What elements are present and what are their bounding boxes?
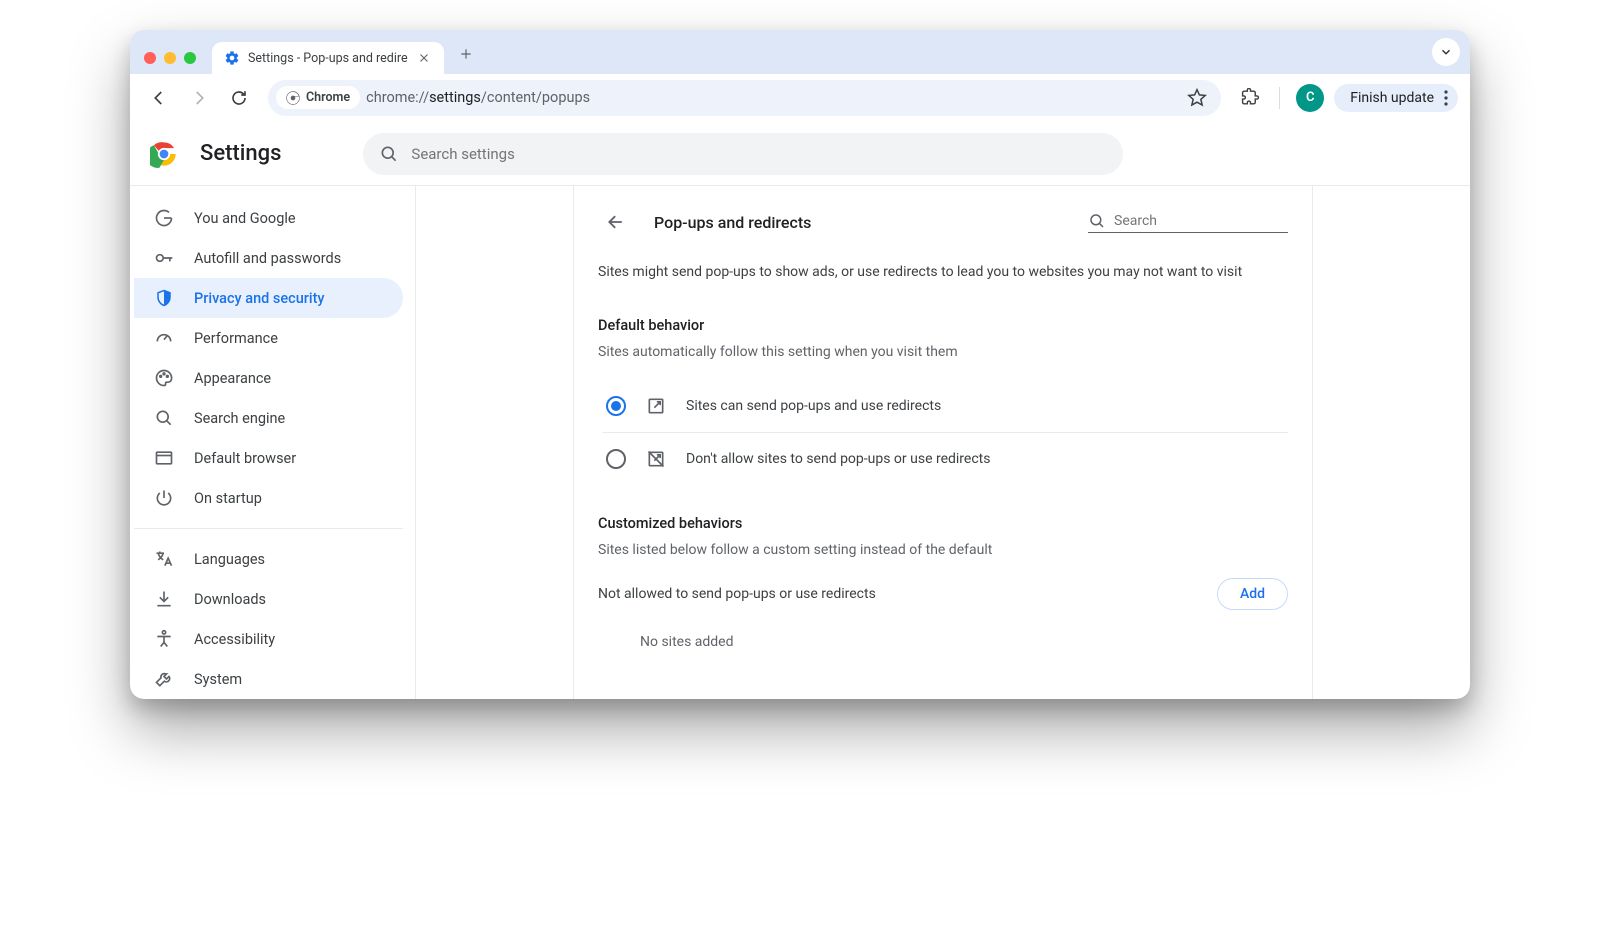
no-sites-text: No sites added	[598, 618, 1288, 650]
sidebar-item-label: Downloads	[194, 591, 266, 608]
toolbar-divider	[1279, 87, 1280, 109]
bookmark-star-icon[interactable]	[1183, 84, 1211, 112]
not-allowed-section: Not allowed to send pop-ups or use redir…	[598, 578, 1288, 610]
sidebar-item-performance[interactable]: Performance	[134, 318, 403, 358]
download-icon	[154, 589, 174, 609]
sidebar-item-accessibility[interactable]: Accessibility	[134, 619, 403, 659]
sidebar-item-label: On startup	[194, 490, 262, 507]
address-bar[interactable]: Chrome chrome://settings/content/popups	[268, 80, 1221, 116]
sidebar-item-autofill[interactable]: Autofill and passwords	[134, 238, 403, 278]
sidebar-item-label: Accessibility	[194, 631, 275, 648]
translate-icon	[154, 549, 174, 569]
tab-dropdown-button[interactable]	[1432, 38, 1460, 66]
radio-button[interactable]	[606, 396, 626, 416]
browser-window: Settings - Pop-ups and redire	[130, 30, 1470, 699]
blocked-external-icon	[646, 449, 666, 469]
search-settings-input[interactable]	[411, 145, 1107, 163]
profile-avatar[interactable]: C	[1296, 84, 1324, 112]
sidebar-item-default-browser[interactable]: Default browser	[134, 438, 403, 478]
panel-title: Pop-ups and redirects	[654, 213, 1068, 232]
close-window-button[interactable]	[144, 52, 156, 64]
sidebar-item-label: Performance	[194, 330, 278, 347]
minimize-window-button[interactable]	[164, 52, 176, 64]
site-chip[interactable]: Chrome	[276, 86, 360, 109]
sidebar-item-label: Search engine	[194, 410, 285, 427]
close-tab-icon[interactable]	[416, 50, 432, 66]
finish-update-button[interactable]: Finish update	[1334, 84, 1458, 112]
new-tab-button[interactable]	[452, 40, 480, 68]
sidebar-item-label: System	[194, 671, 242, 688]
extensions-icon[interactable]	[1233, 81, 1267, 115]
sidebar: You and Google Autofill and passwords Pr…	[130, 186, 416, 699]
not-allowed-label: Not allowed to send pop-ups or use redir…	[598, 586, 876, 602]
sidebar-item-languages[interactable]: Languages	[134, 539, 403, 579]
sidebar-divider	[134, 528, 403, 529]
search-icon	[154, 408, 174, 428]
default-behavior-subtitle: Sites automatically follow this setting …	[598, 344, 1288, 360]
accessibility-icon	[154, 629, 174, 649]
tab-strip: Settings - Pop-ups and redire	[130, 30, 1470, 74]
main-area: Pop-ups and redirects Sites might send p…	[416, 186, 1470, 699]
sidebar-item-appearance[interactable]: Appearance	[134, 358, 403, 398]
panel-search[interactable]	[1088, 212, 1288, 233]
panel-back-button[interactable]	[598, 204, 634, 240]
settings-page: Settings You and Google Autofill and pas…	[130, 122, 1470, 699]
sidebar-item-label: Default browser	[194, 450, 296, 467]
settings-panel: Pop-ups and redirects Sites might send p…	[573, 186, 1313, 699]
search-icon	[1088, 212, 1106, 230]
radio-label: Sites can send pop-ups and use redirects	[686, 398, 941, 414]
default-behavior-options: Sites can send pop-ups and use redirects…	[602, 380, 1288, 485]
sidebar-item-privacy[interactable]: Privacy and security	[134, 278, 403, 318]
search-settings-box[interactable]	[363, 133, 1123, 175]
tab-title: Settings - Pop-ups and redire	[248, 51, 408, 66]
shield-icon	[154, 289, 174, 307]
sidebar-item-label: Autofill and passwords	[194, 250, 341, 267]
power-icon	[154, 488, 174, 508]
url-text: chrome://settings/content/popups	[366, 89, 590, 106]
add-button[interactable]: Add	[1217, 578, 1288, 610]
google-g-icon	[154, 208, 174, 228]
default-behavior-title: Default behavior	[598, 317, 1288, 334]
sidebar-item-label: Languages	[194, 551, 265, 568]
gear-icon	[224, 50, 240, 66]
chrome-logo-icon	[150, 140, 178, 168]
search-icon	[379, 144, 399, 164]
window-icon	[154, 448, 174, 468]
open-external-icon	[646, 396, 666, 416]
sidebar-item-system[interactable]: System	[134, 659, 403, 699]
sidebar-item-search-engine[interactable]: Search engine	[134, 398, 403, 438]
site-chip-label: Chrome	[306, 90, 350, 105]
sidebar-item-label: Privacy and security	[194, 290, 325, 307]
sidebar-item-label: You and Google	[194, 210, 296, 227]
toolbar: Chrome chrome://settings/content/popups …	[130, 74, 1470, 122]
kebab-menu-icon[interactable]	[1444, 90, 1448, 106]
maximize-window-button[interactable]	[184, 52, 196, 64]
customized-behaviors-title: Customized behaviors	[598, 515, 1288, 532]
chrome-icon	[286, 91, 300, 105]
settings-header: Settings	[130, 122, 1470, 186]
palette-icon	[154, 368, 174, 388]
browser-tab[interactable]: Settings - Pop-ups and redire	[212, 42, 444, 74]
radio-option-allow[interactable]: Sites can send pop-ups and use redirects	[602, 380, 1288, 432]
forward-button[interactable]	[182, 81, 216, 115]
wrench-icon	[154, 669, 174, 689]
radio-option-block[interactable]: Don't allow sites to send pop-ups or use…	[602, 432, 1288, 485]
sidebar-item-you-and-google[interactable]: You and Google	[134, 198, 403, 238]
customized-behaviors-subtitle: Sites listed below follow a custom setti…	[598, 542, 1288, 558]
page-title: Settings	[200, 141, 281, 166]
radio-label: Don't allow sites to send pop-ups or use…	[686, 451, 990, 467]
panel-intro-text: Sites might send pop-ups to show ads, or…	[598, 262, 1288, 283]
panel-header: Pop-ups and redirects	[598, 204, 1288, 240]
finish-update-label: Finish update	[1350, 90, 1434, 106]
sidebar-item-on-startup[interactable]: On startup	[134, 478, 403, 518]
reload-button[interactable]	[222, 81, 256, 115]
key-icon	[154, 248, 174, 268]
panel-search-input[interactable]	[1114, 213, 1292, 229]
sidebar-item-downloads[interactable]: Downloads	[134, 579, 403, 619]
sidebar-item-label: Appearance	[194, 370, 271, 387]
back-button[interactable]	[142, 81, 176, 115]
window-controls	[138, 52, 206, 74]
speedometer-icon	[154, 328, 174, 348]
radio-button[interactable]	[606, 449, 626, 469]
